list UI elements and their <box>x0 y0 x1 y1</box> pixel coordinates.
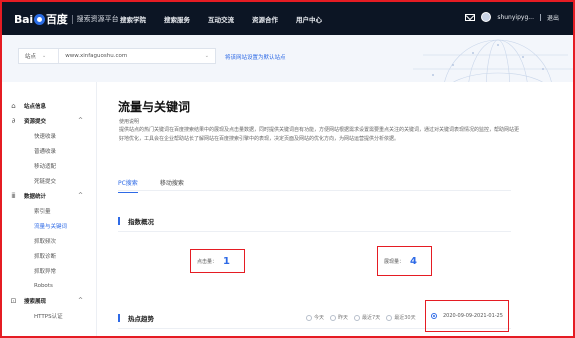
range-label: 最近30天 <box>394 315 416 321</box>
chevron-up-icon: ^ <box>77 117 83 124</box>
sidebar-item-mobile-adapt[interactable]: 移动适配 <box>2 158 96 173</box>
sidebar-item-normal-index[interactable]: 普通收录 <box>2 143 96 158</box>
radio-icon <box>306 314 312 321</box>
sidebar-group-label: 站点信息 <box>24 103 47 110</box>
platform-name: 搜索资源平台 <box>76 15 119 23</box>
clicks-metric: 点击量： 1 <box>190 249 245 273</box>
nav-user-center[interactable]: 用户中心 <box>296 14 322 24</box>
sidebar-group-label: 资源提交 <box>24 118 47 125</box>
sidebar-item-https[interactable]: HTTPS认证 <box>2 308 96 323</box>
avatar[interactable] <box>481 12 492 22</box>
impressions-label: 展现量： <box>384 258 405 265</box>
radio-icon <box>386 314 393 321</box>
paw-icon <box>33 13 45 25</box>
shield-icon: ⊡ <box>10 296 17 305</box>
top-navigation-bar: Bai 百度 搜索资源平台 搜索学院 搜索服务 互动交流 资源合作 用户中心 s… <box>2 2 573 35</box>
site-type-label: 站点 <box>25 54 37 60</box>
chevron-up-icon: ^ <box>77 192 83 199</box>
nav-community[interactable]: 互动交流 <box>208 14 234 24</box>
home-icon: ⌂ <box>11 101 16 110</box>
site-selector-banner: 站点 ⌄ www.xinfaguoshu.com ⌄ 将该网站设置为默认站点 <box>2 35 573 82</box>
radio-checked-icon <box>431 313 437 319</box>
chevron-down-icon: ⌄ <box>204 53 209 59</box>
help-text: 提供站点的热门关键词在百度搜索结果中的展现及点击量数据，同时提供关键词自有功能，… <box>119 127 520 142</box>
sidebar-item-index-volume[interactable]: 索引量 <box>2 203 96 218</box>
nav-search-academy[interactable]: 搜索学院 <box>120 14 146 24</box>
site-url: www.xinfaguoshu.com <box>65 53 128 59</box>
sidebar-group-site-info[interactable]: ⌂ 站点信息 <box>2 98 96 113</box>
impressions-metric: 展现量： 4 <box>377 246 432 276</box>
clicks-label: 点击量： <box>197 258 218 265</box>
range-label: 昨天 <box>338 315 349 321</box>
globe-decoration-icon <box>413 39 573 82</box>
tabs-divider <box>118 190 511 191</box>
screenshot-frame: Bai 百度 搜索资源平台 搜索学院 搜索服务 互动交流 资源合作 用户中心 s… <box>0 0 575 338</box>
main-nav: 搜索学院 搜索服务 互动交流 资源合作 用户中心 <box>120 14 322 24</box>
logo-text-right: 百度 <box>45 13 68 26</box>
section-marker <box>118 216 120 225</box>
nav-search-services[interactable]: 搜索服务 <box>164 14 190 24</box>
sidebar-item-robots[interactable]: Robots <box>2 278 96 293</box>
sidebar-item-crawl-diagnosis[interactable]: 抓取诊断 <box>2 248 96 263</box>
chevron-up-icon: ^ <box>77 297 83 304</box>
overview-title: 指数概况 <box>128 217 154 226</box>
sidebar-item-dead-links[interactable]: 死链提交 <box>2 173 96 188</box>
sidebar-group-search-display[interactable]: ⊡ 搜索展现 ^ <box>2 293 96 308</box>
section-marker <box>118 313 120 322</box>
sidebar-group-label: 数据统计 <box>24 193 47 200</box>
user-area: shunyipyg... 退出 <box>465 12 559 22</box>
sidebar: ⌂ 站点信息 ∂ 资源提交 ^ 快速收录 普通收录 移动适配 死链提交 ⅲ 数据… <box>2 82 97 336</box>
sidebar-group-resource-submit[interactable]: ∂ 资源提交 ^ <box>2 113 96 128</box>
nav-partnership[interactable]: 资源合作 <box>252 14 278 24</box>
site-type-select[interactable]: 站点 ⌄ <box>19 49 60 63</box>
radio-icon <box>330 314 337 321</box>
date-range-options: 今天 昨天 最近7天 最近30天 <box>306 314 416 321</box>
set-default-site-link[interactable]: 将该网站设置为默认站点 <box>225 53 286 61</box>
help-title: 使用说明 <box>119 119 140 125</box>
custom-range-option[interactable]: 2020-09-09-2021-01-25 <box>425 300 509 332</box>
username[interactable]: shunyipyg... <box>497 14 534 21</box>
main-content: 流量与关键词 使用说明 提供站点的热门关键词在百度搜索结果中的展现及点击量数据，… <box>98 82 573 336</box>
trend-title: 热点趋势 <box>128 314 154 323</box>
clicks-value: 1 <box>223 255 230 267</box>
baidu-logo[interactable]: Bai 百度 搜索资源平台 <box>14 11 119 27</box>
logo-divider <box>71 14 73 24</box>
range-label: 最近7天 <box>362 315 381 321</box>
sidebar-item-crawl-frequency[interactable]: 抓取频次 <box>2 233 96 248</box>
sidebar-item-traffic-keywords[interactable]: 流量与关键词 <box>2 218 96 233</box>
page-title: 流量与关键词 <box>118 100 191 114</box>
impressions-value: 4 <box>410 255 417 267</box>
logo-text-left: Bai <box>14 12 33 26</box>
radio-icon <box>354 314 361 321</box>
logout-link[interactable]: 退出 <box>547 13 559 22</box>
chart-icon: ⅲ <box>11 191 16 200</box>
site-selector[interactable]: 站点 ⌄ www.xinfaguoshu.com ⌄ <box>18 48 216 64</box>
sidebar-item-crawl-errors[interactable]: 抓取异常 <box>2 263 96 278</box>
overview-section-header: 指数概况 <box>118 210 511 232</box>
custom-range-label: 2020-09-09-2021-01-25 <box>443 313 503 319</box>
range-last-30-days[interactable]: 最近30天 <box>386 314 416 321</box>
mail-icon[interactable] <box>465 13 476 21</box>
sidebar-item-quick-index[interactable]: 快速收录 <box>2 128 96 143</box>
sidebar-group-label: 搜索展现 <box>24 298 47 305</box>
chevron-down-icon: ⌄ <box>42 53 47 59</box>
sidebar-group-data-stats[interactable]: ⅲ 数据统计 ^ <box>2 188 96 203</box>
link-icon: ∂ <box>11 116 16 125</box>
range-yesterday[interactable]: 昨天 <box>330 314 348 321</box>
range-last-7-days[interactable]: 最近7天 <box>354 314 380 321</box>
range-label: 今天 <box>314 315 325 321</box>
range-today[interactable]: 今天 <box>306 314 324 321</box>
divider <box>539 13 541 21</box>
